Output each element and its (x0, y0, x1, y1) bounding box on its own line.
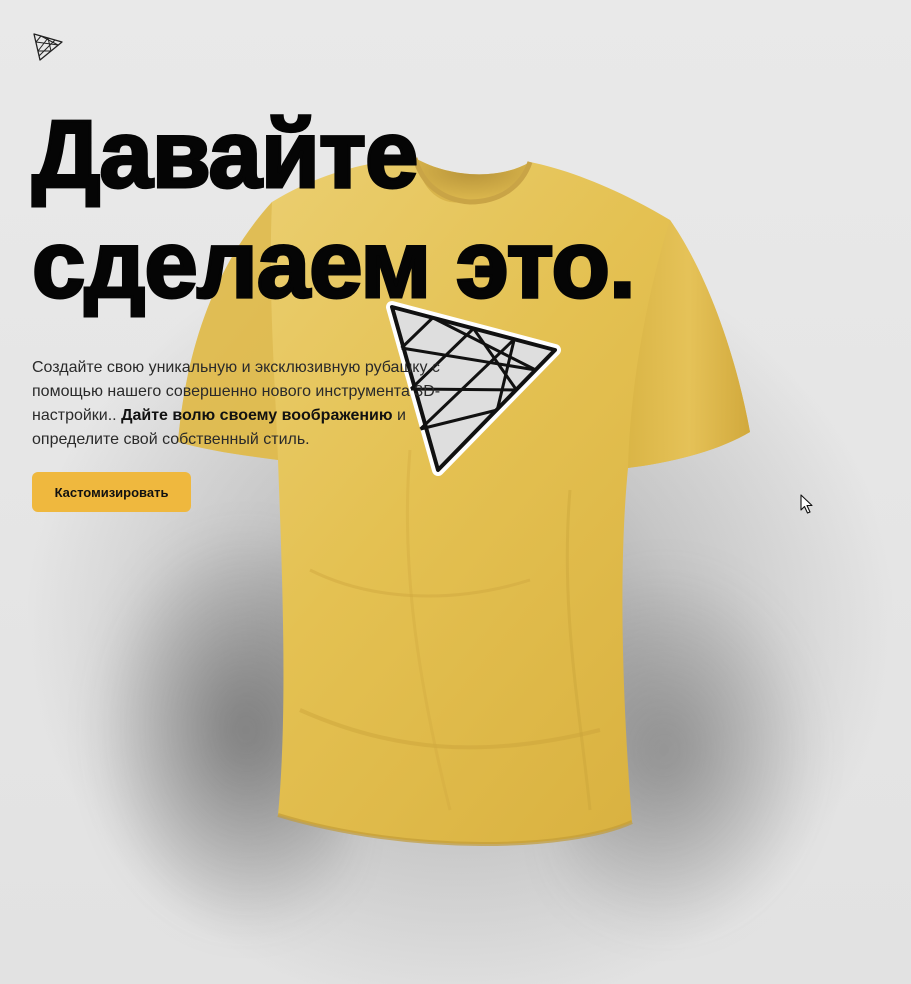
page-title: Давайте сделаем это. (31, 100, 638, 320)
headline-line-2: сделаем это. (31, 210, 638, 320)
description-emphasis: Дайте волю своему воображению (121, 407, 393, 424)
hero-description: Создайте свою уникальную и эксклюзивную … (32, 356, 492, 452)
triangle-grid-logo-icon[interactable] (32, 32, 64, 62)
headline-line-1: Давайте (31, 100, 420, 210)
customize-button[interactable]: Кастомизировать (32, 472, 191, 512)
customizer-page: Давайте сделаем это. Создайте свою уника… (0, 0, 911, 984)
mouse-pointer-icon (800, 494, 813, 514)
